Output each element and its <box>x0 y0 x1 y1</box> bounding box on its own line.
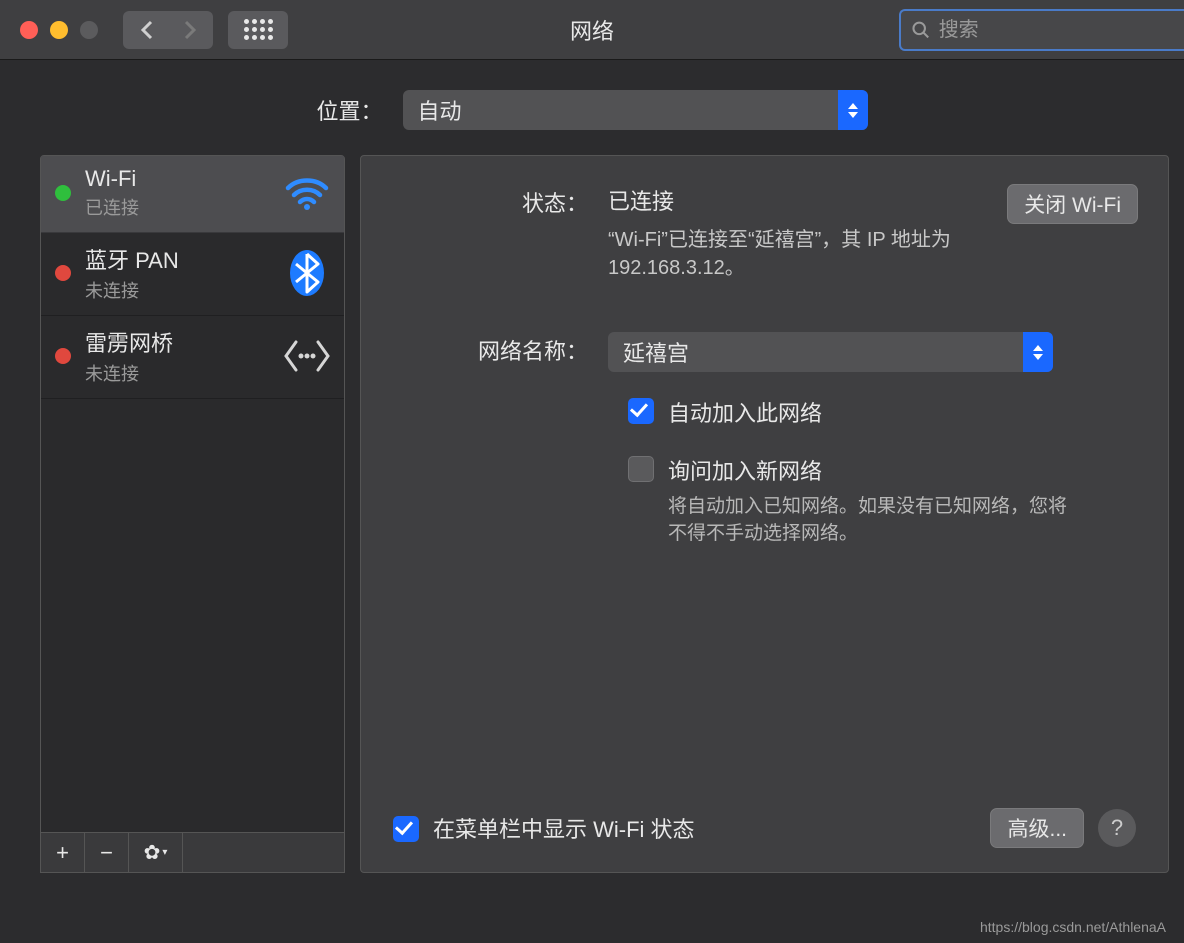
sidebar-item-status: 未连接 <box>85 360 282 386</box>
sidebar-footer-spacer <box>183 833 344 872</box>
search-input[interactable] <box>939 19 1174 42</box>
sidebar-item-label: Wi-Fi <box>85 166 282 192</box>
nav-buttons <box>123 11 213 49</box>
menubar-wifi-label: 在菜单栏中显示 Wi-Fi 状态 <box>433 812 695 844</box>
sidebar-item-label: 雷雳网桥 <box>85 326 282 358</box>
sidebar-item-wifi[interactable]: Wi-Fi 已连接 <box>41 156 344 233</box>
detail-panel: 关闭 Wi-Fi 状态： 已连接 “Wi-Fi”已连接至“延禧宫”，其 IP 地… <box>360 155 1169 873</box>
window-title: 网络 <box>570 14 614 46</box>
menubar-wifi-checkbox[interactable] <box>393 816 419 842</box>
sidebar-footer: + − ✿▾ <box>41 832 344 872</box>
ask-join-checkbox[interactable] <box>628 456 654 482</box>
sidebar-item-label: 蓝牙 PAN <box>85 243 282 275</box>
bluetooth-icon <box>282 248 332 298</box>
ask-join-description: 将自动加入已知网络。如果没有已知网络，您将不得不手动选择网络。 <box>668 494 1078 547</box>
interface-list: Wi-Fi 已连接 蓝牙 PAN 未连接 <box>41 156 344 832</box>
sidebar-item-status: 已连接 <box>85 194 282 220</box>
location-value: 自动 <box>418 94 462 126</box>
grid-icon <box>244 19 273 40</box>
search-field-wrap[interactable] <box>899 9 1184 51</box>
network-name-row: 网络名称： 延禧宫 <box>393 332 1136 372</box>
sidebar-item-status: 未连接 <box>85 277 282 303</box>
help-button[interactable]: ? <box>1098 809 1136 847</box>
status-description: “Wi-Fi”已连接至“延禧宫”，其 IP 地址为 192.168.3.12。 <box>608 226 1008 282</box>
minimize-window-button[interactable] <box>50 21 68 39</box>
location-label: 位置： <box>316 94 382 126</box>
advanced-button[interactable]: 高级... <box>990 808 1084 848</box>
search-icon <box>911 19 931 41</box>
auto-join-checkbox[interactable] <box>628 398 654 424</box>
wifi-icon <box>282 175 332 211</box>
auto-join-row: 自动加入此网络 <box>628 396 1136 428</box>
nav-back-button[interactable] <box>123 11 168 49</box>
status-dot-icon <box>55 185 71 201</box>
close-window-button[interactable] <box>20 21 38 39</box>
sidebar-item-thunderbolt-bridge[interactable]: 雷雳网桥 未连接 <box>41 316 344 399</box>
status-dot-icon <box>55 348 71 364</box>
watermark-text: https://blog.csdn.net/AthlenaA <box>980 919 1166 935</box>
thunderbolt-bridge-icon <box>282 338 332 374</box>
status-label: 状态： <box>393 184 608 282</box>
add-interface-button[interactable]: + <box>41 833 85 872</box>
show-all-prefs-button[interactable] <box>228 11 288 49</box>
maximize-window-button[interactable] <box>80 21 98 39</box>
network-name-label: 网络名称： <box>393 332 608 372</box>
network-name-select[interactable]: 延禧宫 <box>608 332 1053 372</box>
ask-join-label: 询问加入新网络 <box>668 454 1078 486</box>
interface-sidebar: Wi-Fi 已连接 蓝牙 PAN 未连接 <box>40 155 345 873</box>
network-name-value: 延禧宫 <box>623 336 689 368</box>
nav-forward-button[interactable] <box>168 11 213 49</box>
chevron-updown-icon <box>1023 332 1053 372</box>
status-dot-icon <box>55 265 71 281</box>
sidebar-item-bluetooth-pan[interactable]: 蓝牙 PAN 未连接 <box>41 233 344 316</box>
panel-bottom-row: 在菜单栏中显示 Wi-Fi 状态 高级... ? <box>393 808 1136 848</box>
remove-interface-button[interactable]: − <box>85 833 129 872</box>
main-area: Wi-Fi 已连接 蓝牙 PAN 未连接 <box>0 155 1184 873</box>
auto-join-label: 自动加入此网络 <box>668 396 822 428</box>
location-row: 位置： 自动 <box>0 60 1184 155</box>
ask-join-row: 询问加入新网络 将自动加入已知网络。如果没有已知网络，您将不得不手动选择网络。 <box>628 454 1136 547</box>
location-select[interactable]: 自动 <box>403 90 868 130</box>
turn-wifi-off-button[interactable]: 关闭 Wi-Fi <box>1007 184 1138 224</box>
interface-action-menu[interactable]: ✿▾ <box>129 833 183 872</box>
titlebar: 网络 <box>0 0 1184 60</box>
traffic-lights <box>20 21 98 39</box>
chevron-updown-icon <box>838 90 868 130</box>
